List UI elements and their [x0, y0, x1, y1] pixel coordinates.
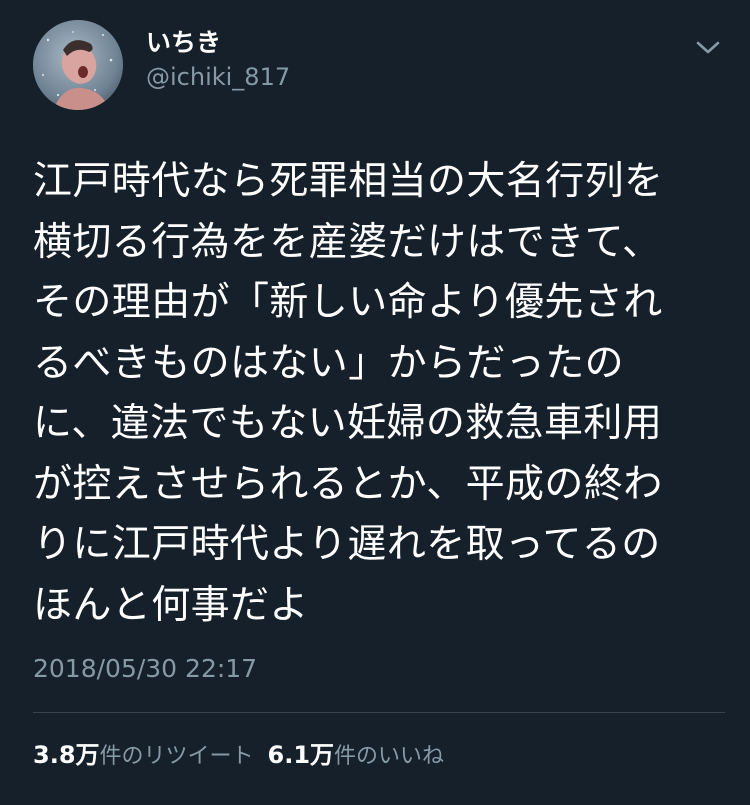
retweets-stat[interactable]: 3.8万件のリツイート: [33, 741, 254, 769]
avatar-image: [33, 20, 123, 110]
chevron-down-icon[interactable]: [693, 36, 723, 60]
retweets-count: 3.8万: [33, 741, 100, 769]
display-name[interactable]: いちき: [146, 27, 221, 59]
retweets-label: 件のリツイート: [99, 744, 254, 769]
tweet-timestamp[interactable]: 2018/05/30 22:17: [33, 652, 257, 686]
tweet-text-line: 横切る行為をを産婆だけはできて、: [33, 219, 662, 265]
tweet-text-line: 江戸時代なら死罪相当の大名行列を: [33, 159, 664, 204]
likes-stat[interactable]: 6.1万件のいいね: [267, 741, 445, 769]
engagement-stats: 3.8万件のリツイート 6.1万件のいいね: [33, 738, 444, 774]
tweet-card: いちき @ichiki_817 江戸時代なら死罪相当の大名行列を 横切る行為をを…: [0, 0, 750, 805]
tweet-text: 江戸時代なら死罪相当の大名行列を 横切る行為をを産婆だけはできて、 その理由が「…: [33, 152, 723, 636]
tweet-text-line: その理由が「新しい命より優先され: [33, 280, 663, 325]
likes-label: 件のいいね: [334, 744, 445, 769]
tweet-text-line: るべきものはない」からだったの: [33, 340, 625, 386]
user-handle[interactable]: @ichiki_817: [146, 62, 290, 92]
avatar[interactable]: [33, 20, 123, 110]
likes-count: 6.1万: [267, 741, 335, 769]
tweet-text-line: が控えさせられるとか、平成の終わ: [33, 461, 663, 507]
divider: [33, 712, 725, 713]
tweet-text-line: ほんと何事だよ: [33, 582, 309, 628]
tweet-text-line: りに江戸時代より遅れを取ってるの: [33, 522, 661, 567]
tweet-text-line: に、違法でもない妊婦の救急車利用: [33, 401, 663, 446]
